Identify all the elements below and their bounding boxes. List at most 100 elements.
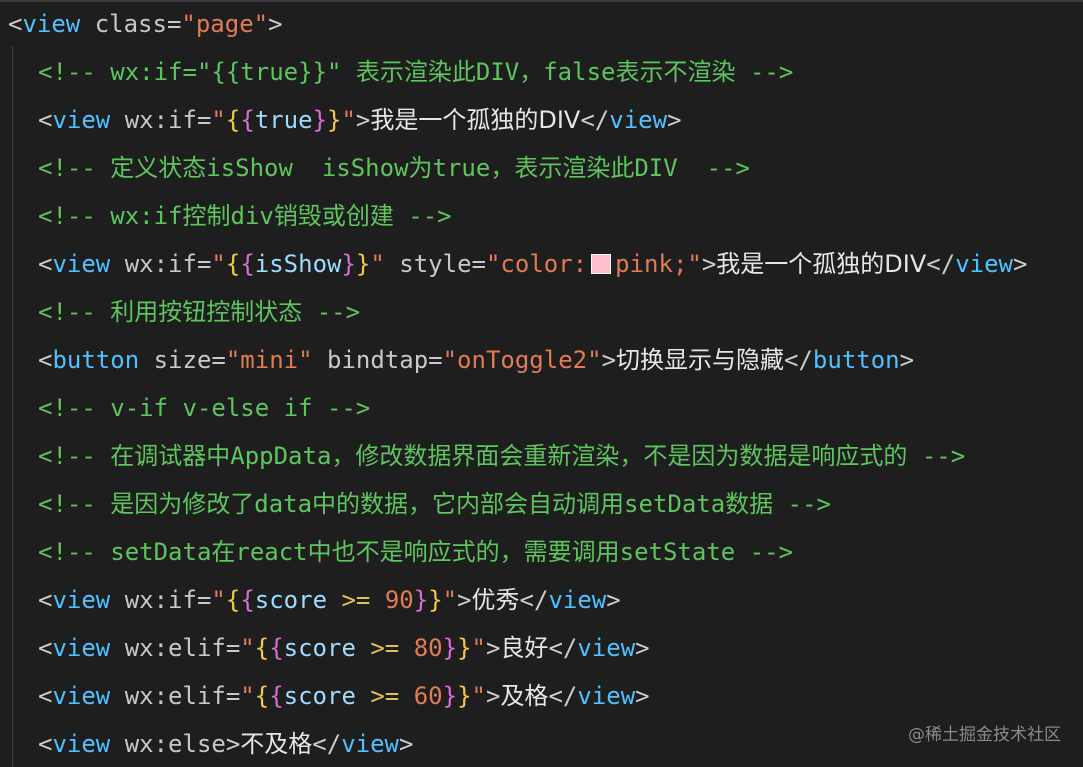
end-tag-close: > [667, 106, 682, 134]
end-tag-close: > [899, 346, 915, 374]
operator: >= [370, 634, 400, 662]
end-tag-close: > [1012, 250, 1028, 278]
tag-close: > [225, 730, 241, 758]
brace: { [269, 682, 284, 710]
attr-name: wx:elif= [110, 682, 241, 710]
code-line-8: <button size="mini" bindtap="onToggle2">… [38, 342, 914, 378]
tag-name: view [52, 634, 111, 662]
end-tag-close: > [635, 682, 650, 710]
code-editor[interactable]: <view class="page"> <!-- wx:if="{{true}}… [0, 0, 1083, 767]
editor-top-border [0, 0, 1083, 2]
quote: " [211, 250, 226, 278]
tag-open: < [38, 250, 53, 278]
style-value-end: pink;" [615, 250, 702, 278]
element-text: 我是一个孤独的DIV [716, 250, 927, 278]
code-line-6: <view wx:if="{{isShow}}" style="color: pi… [38, 246, 1027, 282]
attr-name: size= [139, 346, 226, 374]
tag-open: < [38, 682, 53, 710]
tag-name: view [52, 730, 111, 758]
expression: score [283, 682, 371, 710]
attr-name: class= [80, 10, 182, 38]
attr-name-style: style= [384, 250, 486, 278]
comment-text: <!-- 在调试器中AppData，修改数据界面会重新渲染，不是因为数据是响应式… [38, 442, 966, 470]
attr-value: "mini" [225, 346, 313, 374]
expression: isShow [254, 250, 342, 278]
number: 90 [370, 586, 414, 614]
end-tag-open: </ [784, 346, 813, 374]
comment-text: <!-- 利用按钮控制状态 --> [38, 298, 361, 326]
comment-text: <!-- wx:if控制div销毁或创建 --> [38, 202, 452, 230]
code-line-12: <!-- setData在react中也不是响应式的，需要调用setState … [38, 534, 793, 570]
code-line-3: <view wx:if="{{true}}">我是一个孤独的DIV</view> [38, 102, 682, 138]
number: 80 [399, 634, 443, 662]
expression: score [254, 586, 342, 614]
end-tag-open: </ [926, 250, 956, 278]
tag-close: > [485, 634, 501, 662]
quote: " [471, 682, 486, 710]
end-tag-open: </ [312, 730, 342, 758]
brace: } [341, 250, 356, 278]
end-tag-close: > [606, 586, 621, 614]
attr-name-bindtap: bindtap= [312, 346, 443, 374]
end-tag-name: view [577, 682, 636, 710]
end-tag-close: > [635, 634, 650, 662]
quote: " [370, 250, 385, 278]
brace: { [254, 682, 270, 710]
comment-text: <!-- 是因为修改了data中的数据，它内部会自动调用setData数据 --… [38, 490, 831, 518]
comment-text: <!-- setData在react中也不是响应式的，需要调用setState … [38, 538, 794, 566]
end-tag-name: view [955, 250, 1013, 278]
code-line-13: <view wx:if="{{score >= 90}}">优秀</view> [38, 582, 621, 618]
brace: { [225, 586, 241, 614]
tag-name: view [52, 586, 111, 614]
comment-text: <!-- 定义状态isShow isShow为true，表示渲染此DIV --> [38, 154, 750, 182]
element-text: 良好 [500, 634, 549, 662]
brace: { [254, 634, 270, 662]
operator: >= [341, 586, 371, 614]
brace: { [240, 106, 255, 134]
quote: " [240, 634, 255, 662]
element-text: 不及格 [240, 730, 313, 758]
end-tag-name: view [341, 730, 399, 758]
indent-guide [12, 46, 13, 767]
brace: { [225, 250, 241, 278]
attr-name: wx:if= [110, 586, 212, 614]
attr-value: "page" [181, 10, 269, 38]
tag-open: < [38, 106, 53, 134]
number: 60 [399, 682, 443, 710]
tag-name: button [52, 346, 140, 374]
expression: true [254, 106, 313, 134]
brace: } [442, 634, 458, 662]
brace: } [327, 106, 342, 134]
tag-close: > [601, 346, 617, 374]
code-line-10: <!-- 在调试器中AppData，修改数据界面会重新渲染，不是因为数据是响应式… [38, 438, 965, 474]
expression: score [283, 634, 371, 662]
tag-name: view [52, 250, 111, 278]
brace: } [457, 634, 472, 662]
end-tag-close: > [399, 730, 414, 758]
brace: { [225, 106, 241, 134]
end-tag-name: view [548, 586, 607, 614]
tag-open: < [8, 10, 23, 38]
element-text: 及格 [500, 682, 549, 710]
tag-close: > [268, 10, 283, 38]
brace: { [240, 250, 255, 278]
brace: } [442, 682, 458, 710]
end-tag-name: button [812, 346, 900, 374]
brace: } [312, 106, 328, 134]
tag-close: > [355, 106, 371, 134]
tag-open: < [38, 730, 53, 758]
code-line-9: <!-- v-if v-else if --> [38, 390, 370, 426]
quote: " [442, 586, 458, 614]
code-line-11: <!-- 是因为修改了data中的数据，它内部会自动调用setData数据 --… [38, 486, 831, 522]
quote: " [211, 106, 226, 134]
tag-close: > [457, 586, 472, 614]
color-swatch-icon[interactable] [591, 254, 612, 274]
operator: >= [370, 682, 400, 710]
brace: } [428, 586, 443, 614]
brace: } [457, 682, 472, 710]
element-text: 切换显示与隐藏 [616, 346, 785, 374]
code-line-15: <view wx:elif="{{score >= 60}}">及格</view… [38, 678, 650, 714]
code-line-5: <!-- wx:if控制div销毁或创建 --> [38, 198, 452, 234]
tag-close: > [701, 250, 717, 278]
tag-name: view [52, 106, 111, 134]
